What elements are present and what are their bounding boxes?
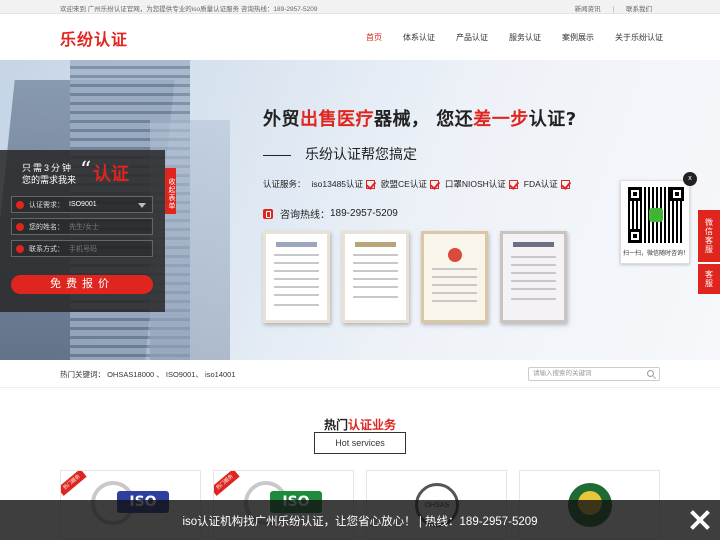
- phone-number: 189-2957-5209: [330, 208, 398, 219]
- cert-need-select[interactable]: 认证需求： ISO9001: [11, 196, 153, 213]
- close-icon[interactable]: x: [683, 172, 697, 186]
- certificate-images: [263, 231, 579, 323]
- hot-ribbon: 热门服务: [61, 471, 87, 496]
- field-label: 认证需求：: [29, 201, 64, 209]
- services-label: 认证服务：: [263, 179, 306, 189]
- field-placeholder: 手机号码: [69, 245, 97, 253]
- dash-line: [263, 154, 291, 156]
- nav-system-cert[interactable]: 体系认证: [403, 32, 435, 43]
- top-links: 新闻资讯 | 联系我们: [565, 3, 652, 13]
- quote-mark: “: [80, 158, 92, 183]
- nav-home[interactable]: 首页: [366, 32, 382, 43]
- field-placeholder: 先生/女士: [69, 223, 99, 231]
- hero-title: 外贸出售医疗器械， 您还差一步认证?: [263, 109, 577, 130]
- news-link[interactable]: 新闻资讯: [575, 6, 601, 13]
- nav-product-cert[interactable]: 产品认证: [456, 32, 488, 43]
- free-quote-button[interactable]: 免费报价: [11, 275, 153, 294]
- qr-caption: 扫一扫，微信随时咨询！: [622, 251, 689, 257]
- service-item: 口罩NIOSH认证: [445, 178, 518, 190]
- wechat-service-tab[interactable]: 微信客服: [698, 210, 720, 262]
- checkbox-icon: [366, 179, 376, 189]
- qr-popup: 扫一扫，微信随时咨询！: [620, 180, 690, 264]
- contact-link[interactable]: 联系我们: [626, 6, 652, 13]
- field-label: 联系方式：: [29, 245, 64, 253]
- certificate-image: [263, 231, 330, 323]
- phone-icon: [16, 244, 24, 253]
- form-heading: 您的需求我来: [22, 175, 77, 185]
- name-input[interactable]: 您的姓名： 先生/女士: [11, 218, 153, 235]
- close-icon[interactable]: [688, 508, 712, 532]
- checkbox-icon: [560, 179, 570, 189]
- floating-bar-text: iso认证机构找广州乐纷认证，让您省心放心！ | 热线：189-2957-520…: [182, 516, 538, 528]
- keywords-label: 热门关键词：: [60, 370, 105, 379]
- certificate-image: [342, 231, 409, 323]
- quote-form: 只需3分钟 您的需求我来 “ 认证 认证需求： ISO9001 您的姓名： 先生…: [0, 150, 165, 312]
- floating-contact-bar: iso认证机构找广州乐纷认证，让您省心放心！ | 热线：189-2957-520…: [0, 500, 720, 540]
- hero-subtitle: 乐纷认证帮您搞定: [263, 144, 417, 164]
- hot-keywords: 热门关键词： OHSAS18000 、 ISO9001、 iso14001: [60, 369, 236, 380]
- service-item: 欧盟CE认证: [381, 178, 439, 190]
- side-tabs: 微信客服 客服: [698, 210, 720, 296]
- form-big-word: 认证: [93, 164, 129, 185]
- certificate-image: [500, 231, 567, 323]
- site-logo[interactable]: 乐纷认证: [60, 26, 128, 50]
- hero-phone: 咨询热线： 189-2957-5209: [263, 206, 398, 221]
- nav-cases[interactable]: 案例展示: [562, 32, 594, 43]
- nav-about[interactable]: 关于乐纷认证: [615, 32, 663, 43]
- top-bar: 欢迎来到 广州乐纷认证官网，为您提供专业的iso质量认证服务 咨询热线：189-…: [0, 0, 720, 14]
- field-label: 您的姓名：: [29, 223, 64, 231]
- field-icon: [16, 200, 24, 209]
- hero-services: 认证服务： iso13485认证 欧盟CE认证 口罩NIOSH认证 FDA认证: [263, 178, 576, 190]
- chevron-down-icon: [138, 203, 146, 208]
- qr-code: [628, 187, 684, 243]
- search-icon[interactable]: [647, 370, 654, 377]
- wechat-icon: [649, 208, 663, 222]
- search-input[interactable]: 请输入搜索的关键词: [528, 367, 660, 381]
- section-title: 热门认证业务: [323, 418, 397, 432]
- hot-services-button[interactable]: Hot services: [314, 432, 406, 454]
- welcome-text: 欢迎来到 广州乐纷认证官网，为您提供专业的iso质量认证服务 咨询热线：189-…: [60, 6, 318, 13]
- phone-icon: [263, 208, 273, 219]
- certificate-image: [421, 231, 488, 323]
- main-nav: 首页 体系认证 产品认证 服务认证 案例展示 关于乐纷认证: [366, 32, 663, 43]
- nav-service-cert[interactable]: 服务认证: [509, 32, 541, 43]
- site-header: 乐纷认证 首页 体系认证 产品认证 服务认证 案例展示 关于乐纷认证: [0, 14, 720, 60]
- service-item: FDA认证: [524, 178, 570, 190]
- checkbox-icon: [429, 179, 439, 189]
- hot-ribbon: 热门服务: [214, 471, 240, 496]
- search-placeholder: 请输入搜索的关键词: [533, 370, 592, 377]
- phone-input[interactable]: 联系方式： 手机号码: [11, 240, 153, 257]
- phone-label: 咨询热线：: [280, 210, 330, 221]
- top-separator: |: [612, 6, 615, 13]
- field-value: ISO9001: [69, 201, 97, 208]
- keyword-bar: 热门关键词： OHSAS18000 、 ISO9001、 iso14001 请输…: [0, 360, 720, 388]
- collapse-form-tab[interactable]: 收起表单: [165, 168, 176, 214]
- checkbox-icon: [508, 179, 518, 189]
- service-tab[interactable]: 客服: [698, 264, 720, 294]
- user-icon: [16, 222, 24, 231]
- service-item: iso13485认证: [312, 178, 376, 190]
- keywords-list[interactable]: OHSAS18000 、 ISO9001、 iso14001: [107, 370, 235, 379]
